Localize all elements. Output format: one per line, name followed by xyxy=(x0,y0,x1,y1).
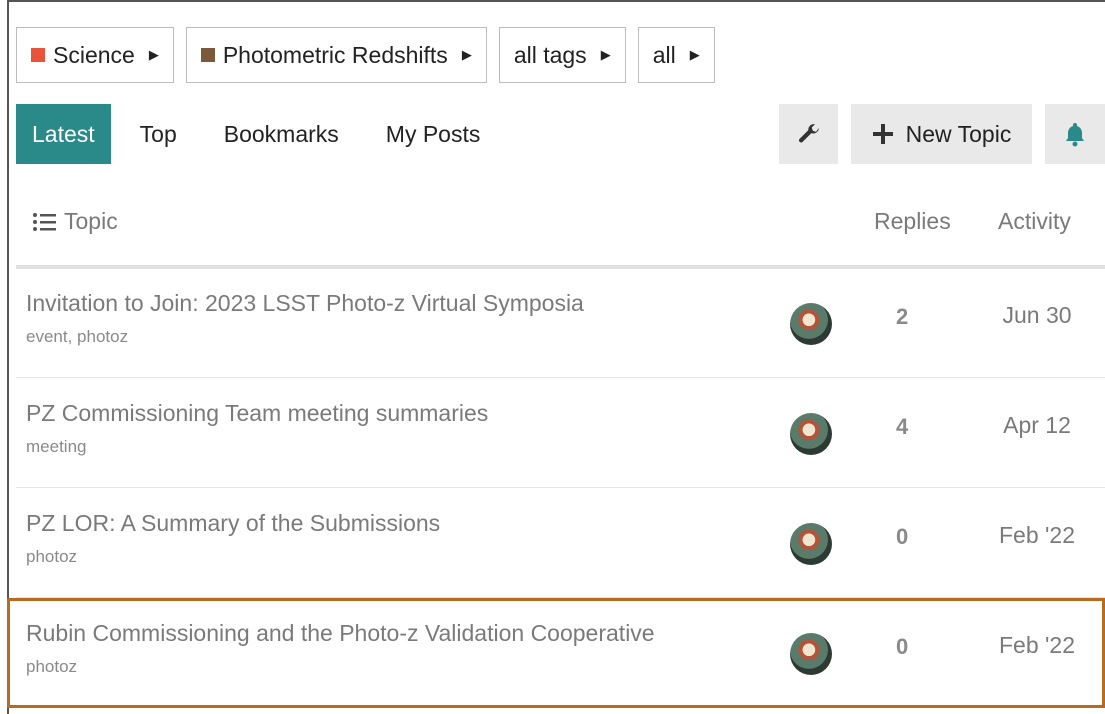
activity-date[interactable]: Apr 12 xyxy=(982,412,1092,439)
activity-date[interactable]: Feb '22 xyxy=(982,522,1092,549)
table-row[interactable]: Invitation to Join: 2023 LSST Photo-z Vi… xyxy=(16,268,1105,378)
notifications-button[interactable] xyxy=(1045,104,1105,164)
tab-top[interactable]: Top xyxy=(124,104,208,164)
avatar[interactable] xyxy=(790,413,832,455)
tab-my-posts[interactable]: My Posts xyxy=(370,104,497,164)
topic-tags[interactable]: meeting xyxy=(26,437,86,457)
wrench-icon xyxy=(798,124,819,143)
topic-column-header[interactable]: Topic xyxy=(32,208,118,235)
topic-tags[interactable]: event, photoz xyxy=(26,327,128,347)
table-row[interactable]: Rubin Commissioning and the Photo-z Vali… xyxy=(16,598,1105,708)
topic-tags[interactable]: photoz xyxy=(26,657,77,677)
caret-right-icon: ▶ xyxy=(148,47,159,62)
category-color-swatch xyxy=(31,48,45,62)
activity-date[interactable]: Jun 30 xyxy=(982,302,1092,329)
avatar[interactable] xyxy=(790,633,832,675)
reply-count: 2 xyxy=(896,304,909,329)
avatar[interactable] xyxy=(790,523,832,565)
topic-title-link[interactable]: PZ LOR: A Summary of the Submissions xyxy=(26,510,440,537)
topic-tags[interactable]: photoz xyxy=(26,547,77,567)
activity-column-header[interactable]: Activity xyxy=(998,208,1071,235)
scope-dropdown[interactable]: all ▶ xyxy=(637,27,715,83)
category-label: Science xyxy=(53,41,135,68)
topic-table-header: Topic Replies Activity xyxy=(16,190,1105,269)
avatar[interactable] xyxy=(790,303,832,345)
bell-icon xyxy=(1066,123,1084,147)
activity-date[interactable]: Feb '22 xyxy=(982,632,1092,659)
subcategory-dropdown[interactable]: Photometric Redshifts ▶ xyxy=(185,27,487,83)
topic-header-label: Topic xyxy=(64,208,118,234)
tags-label: all tags xyxy=(513,41,587,68)
reply-count: 0 xyxy=(896,634,909,659)
category-dropdown[interactable]: Science ▶ xyxy=(16,27,174,83)
caret-right-icon: ▶ xyxy=(689,47,700,62)
replies-column-header[interactable]: Replies xyxy=(874,208,951,235)
scope-label: all xyxy=(652,41,676,68)
subcategory-label: Photometric Redshifts xyxy=(222,41,448,68)
caret-right-icon: ▶ xyxy=(461,47,472,62)
new-topic-button[interactable]: New Topic xyxy=(851,104,1032,164)
list-icon xyxy=(33,212,56,231)
tags-dropdown[interactable]: all tags ▶ xyxy=(498,27,626,83)
new-topic-label: New Topic xyxy=(905,120,1012,147)
filter-bar: Science ▶ Photometric Redshifts ▶ all ta… xyxy=(16,27,715,83)
plus-icon xyxy=(872,124,893,144)
topic-title-link[interactable]: Invitation to Join: 2023 LSST Photo-z Vi… xyxy=(26,290,584,317)
bulk-select-button[interactable] xyxy=(779,104,838,164)
topic-title-link[interactable]: Rubin Commissioning and the Photo-z Vali… xyxy=(26,620,655,647)
subcategory-color-swatch xyxy=(200,48,215,62)
table-row[interactable]: PZ LOR: A Summary of the Submissions pho… xyxy=(16,488,1105,598)
topic-title-link[interactable]: PZ Commissioning Team meeting summaries xyxy=(26,400,488,427)
tab-latest[interactable]: Latest xyxy=(16,104,111,164)
caret-right-icon: ▶ xyxy=(600,47,611,62)
reply-count: 4 xyxy=(896,414,909,439)
table-row[interactable]: PZ Commissioning Team meeting summaries … xyxy=(16,378,1105,488)
reply-count: 0 xyxy=(896,524,909,549)
tab-bookmarks[interactable]: Bookmarks xyxy=(208,104,370,164)
nav-tabs: Latest Top Bookmarks My Posts xyxy=(16,104,496,164)
